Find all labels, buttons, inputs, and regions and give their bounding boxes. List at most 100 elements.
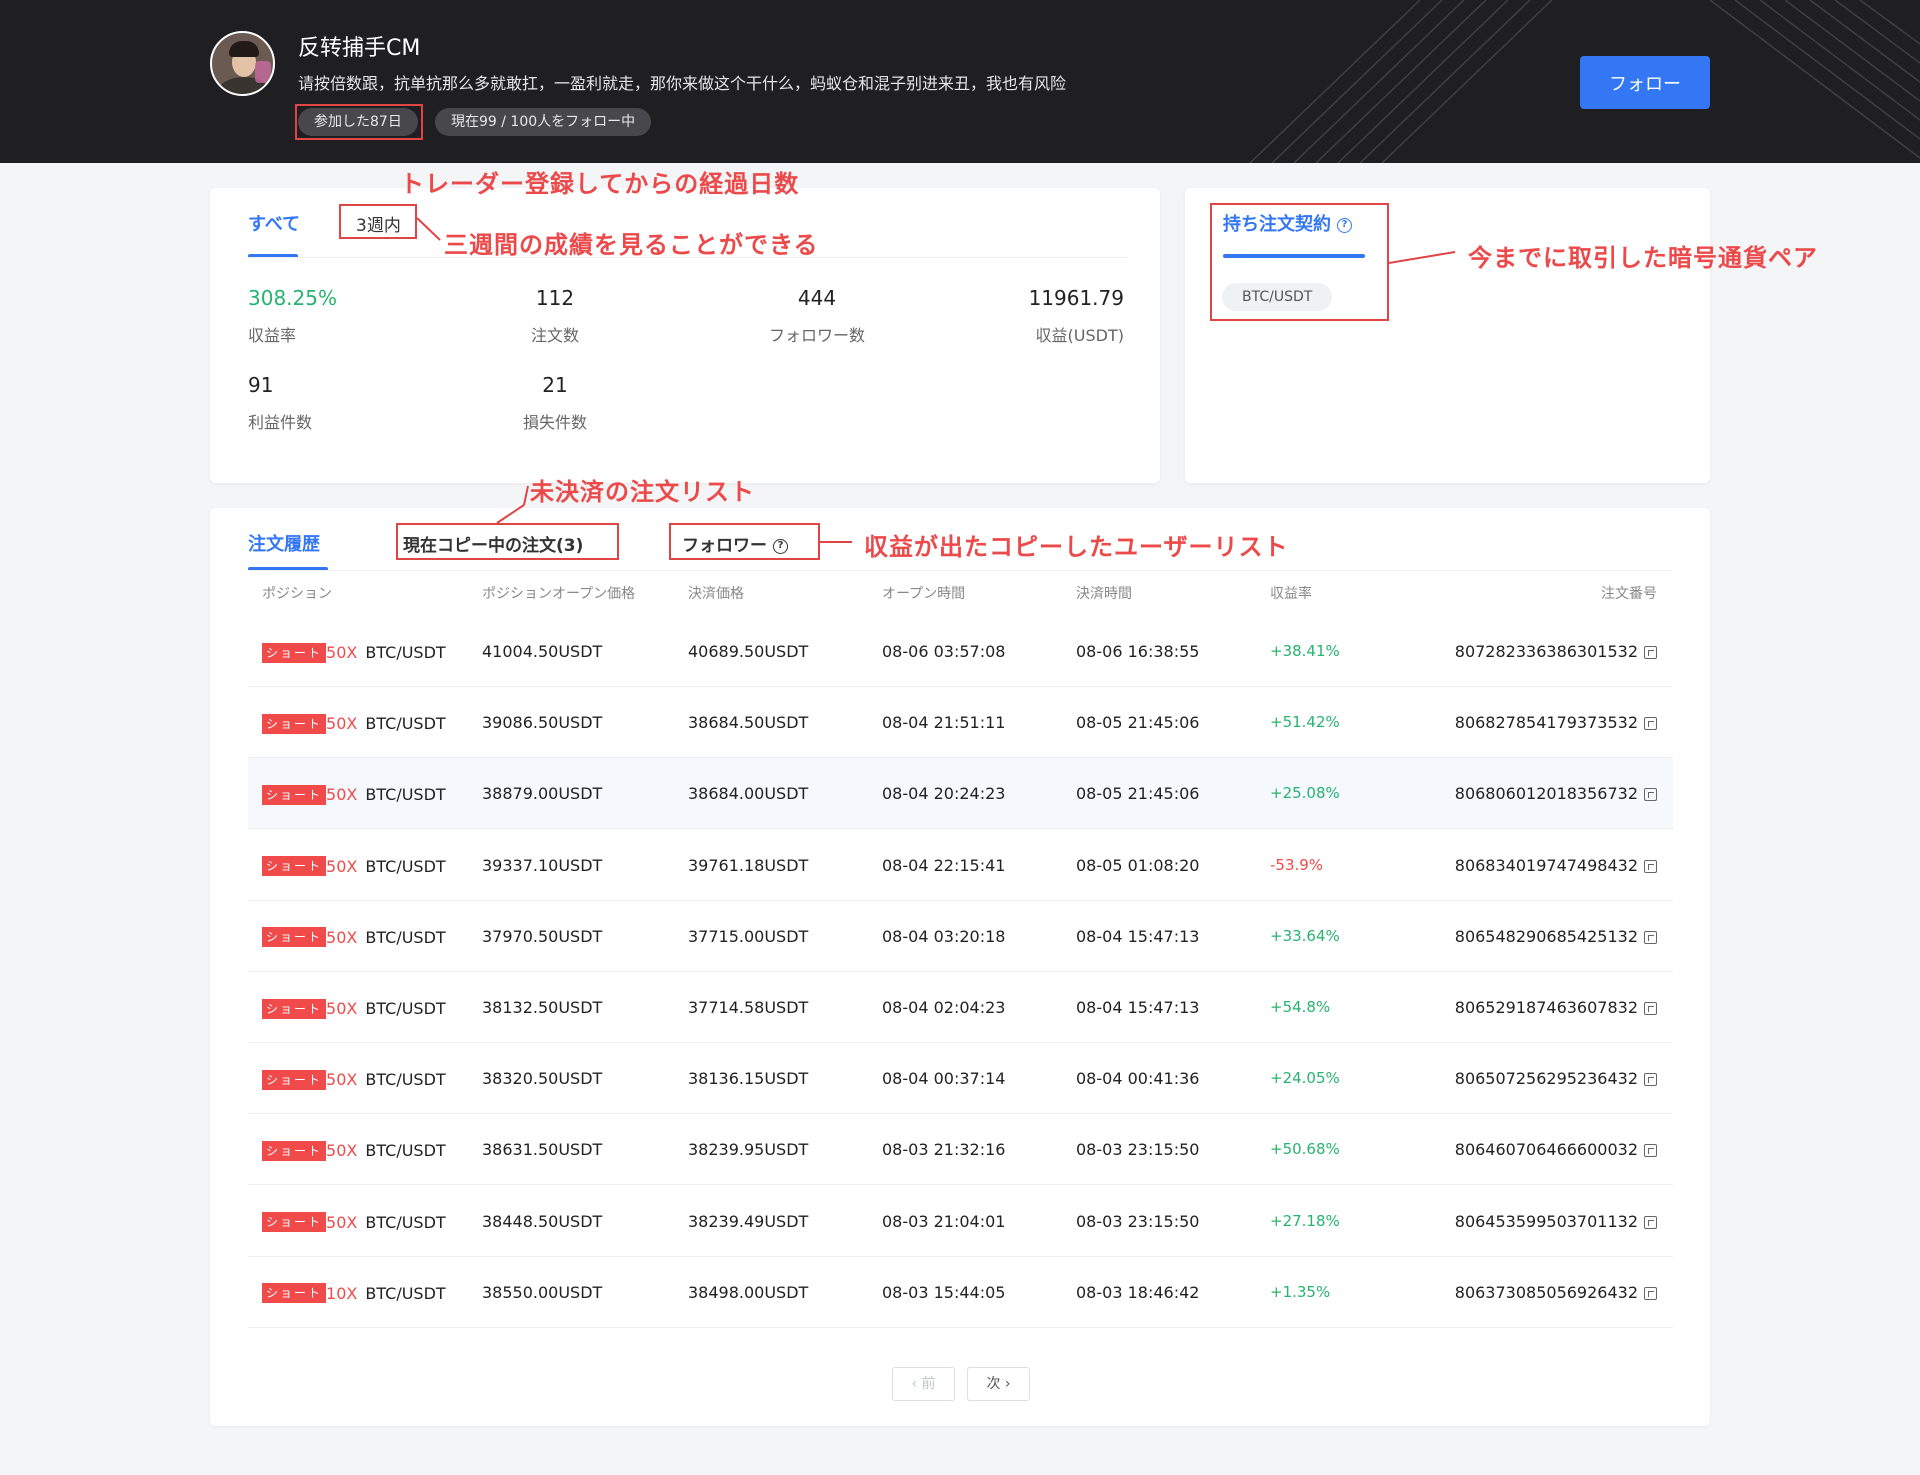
table-row: ショート 50X BTC/USDT 41004.50USDT 40689.50USDT 0… <box>248 616 1673 687</box>
order-number: 806834019747498432 <box>1454 855 1638 875</box>
copy-icon[interactable] <box>1644 717 1657 731</box>
return-rate-cell: +54.8% <box>1270 998 1331 1016</box>
open-time-cell: 08-04 02:04:23 <box>882 998 1006 1017</box>
close-price-cell: 38239.95USDT <box>688 1140 809 1160</box>
close-time-cell: 08-05 21:45:06 <box>1076 713 1200 733</box>
order-number-cell: 806548290685425132 <box>1455 901 1657 972</box>
order-number-cell: 806373085056926432 <box>1455 1257 1657 1328</box>
close-time-cell: 08-04 15:47:13 <box>1076 998 1200 1017</box>
copy-icon[interactable] <box>1644 859 1657 873</box>
order-number: 806806012018356732 <box>1454 784 1638 804</box>
order-number-cell: 806834019747498432 <box>1455 830 1657 901</box>
order-number-cell: 806529187463607832 <box>1455 972 1657 1043</box>
table-row: ショート 50X BTC/USDT 38448.50USDT 38239.49USDT 0… <box>248 1186 1673 1257</box>
annotation-box-pairs <box>1210 203 1389 321</box>
copy-icon[interactable] <box>1644 1286 1657 1300</box>
trader-avatar <box>210 31 275 96</box>
copy-icon[interactable] <box>1644 1215 1657 1229</box>
annotation-box-3weeks <box>339 204 417 239</box>
pager-prev-button[interactable]: ‹ 前 <box>892 1367 955 1401</box>
close-price-cell: 39761.18USDT <box>688 855 809 875</box>
stat-loss-trades: 21 損失件数 <box>522 373 587 432</box>
trader-name: 反转捕手CM <box>298 36 421 61</box>
pair: BTC/USDT <box>365 927 446 947</box>
leverage: 50X <box>326 999 358 1018</box>
table-row: ショート 50X BTC/USDT 38320.50USDT 38136.15USDT 0… <box>248 1043 1673 1115</box>
table-row: ショート 50X BTC/USDT 38132.50USDT 37714.58USDT 0… <box>248 972 1673 1043</box>
annotation-box-joined <box>295 104 423 140</box>
copy-icon[interactable] <box>1644 1002 1657 1015</box>
open-time-cell: 08-04 21:51:11 <box>882 713 1006 733</box>
leverage: 50X <box>326 1141 358 1161</box>
close-time-cell: 08-03 18:46:42 <box>1076 1282 1200 1302</box>
close-price-cell: 37715.00USDT <box>688 926 809 946</box>
return-rate-cell: +51.42% <box>1270 713 1340 732</box>
col-header-order-number: 注文番号 <box>1601 586 1657 602</box>
copy-icon[interactable] <box>1644 930 1657 944</box>
short-badge: ショート <box>262 642 327 663</box>
short-badge: ショート <box>262 1069 327 1090</box>
open-price-cell: 37970.50USDT <box>482 926 603 946</box>
follow-button[interactable]: フォロー <box>1580 56 1710 109</box>
close-time-cell: 08-05 01:08:20 <box>1076 855 1200 875</box>
table-row: ショート 50X BTC/USDT 39337.10USDT 39761.18USDT 0… <box>248 830 1673 901</box>
short-badge: ショート <box>262 998 327 1019</box>
open-time-cell: 08-06 03:57:08 <box>882 642 1006 661</box>
return-rate-cell: +38.41% <box>1270 642 1340 660</box>
order-number: 806453599503701132 <box>1454 1211 1638 1231</box>
return-rate-cell: +24.05% <box>1270 1069 1340 1088</box>
tab-order-history[interactable]: 注文履歴 <box>248 530 320 556</box>
copy-icon[interactable] <box>1644 1144 1657 1158</box>
close-time-cell: 08-03 23:15:50 <box>1076 1211 1200 1231</box>
position-cell: ショート 50X BTC/USDT <box>262 1043 446 1114</box>
tab-all[interactable]: すべて <box>248 210 300 236</box>
leverage: 50X <box>326 1070 358 1090</box>
stat-profit-usdt: 11961.79 収益(USDT) <box>1028 286 1124 345</box>
return-rate-cell: +27.18% <box>1270 1211 1340 1230</box>
open-time-cell: 08-03 15:44:05 <box>882 1282 1006 1302</box>
return-rate-cell: +1.35% <box>1270 1282 1331 1301</box>
return-rate-cell: -53.9% <box>1270 855 1324 874</box>
open-price-cell: 39086.50USDT <box>482 713 603 733</box>
annotation-days-since-registration: トレーダー登録してからの経過日数 <box>400 170 800 198</box>
position-cell: ショート 50X BTC/USDT <box>262 1114 446 1185</box>
close-time-cell: 08-06 16:38:55 <box>1076 642 1200 661</box>
order-number: 806373085056926432 <box>1454 1282 1638 1302</box>
position-cell: ショート 50X BTC/USDT <box>262 901 446 972</box>
position-cell: ショート 50X BTC/USDT <box>262 758 446 829</box>
copy-icon[interactable] <box>1644 1073 1657 1087</box>
return-rate-cell: +33.64% <box>1270 926 1340 945</box>
position-cell: ショート 50X BTC/USDT <box>262 972 446 1043</box>
copy-icon[interactable] <box>1644 788 1657 802</box>
leverage: 50X <box>326 643 358 662</box>
open-time-cell: 08-03 21:04:01 <box>882 1211 1006 1231</box>
col-header-close-time: 決済時間 <box>1076 586 1132 602</box>
pair: BTC/USDT <box>365 1141 446 1161</box>
trader-bio: 请按倍数跟，抗单抗那么多就敢扛，一盈利就走，那你来做这个干什么，蚂蚁仓和混子别进… <box>298 74 1067 93</box>
return-rate-cell: +50.68% <box>1270 1140 1340 1159</box>
open-time-cell: 08-04 00:37:14 <box>882 1069 1006 1089</box>
position-cell: ショート 50X BTC/USDT <box>262 1186 446 1257</box>
open-price-cell: 38550.00USDT <box>482 1282 603 1302</box>
leverage: 10X <box>326 1283 358 1303</box>
stat-order-count: 112 注文数 <box>530 286 579 345</box>
leverage: 50X <box>326 927 358 947</box>
close-price-cell: 38684.50USDT <box>688 713 809 733</box>
short-badge: ショート <box>262 927 327 948</box>
short-badge: ショート <box>262 1283 327 1304</box>
leverage: 50X <box>326 714 358 734</box>
pair: BTC/USDT <box>365 1283 446 1303</box>
pager-next-button[interactable]: 次 › <box>967 1367 1030 1401</box>
close-price-cell: 37714.58USDT <box>688 998 809 1017</box>
order-number-cell: 806460706466600032 <box>1455 1114 1657 1185</box>
open-price-cell: 38448.50USDT <box>482 1211 603 1231</box>
annotation-profitable-copiers: 収益が出たコピーしたユーザーリスト <box>864 533 1289 561</box>
order-number: 807282336386301532 <box>1454 642 1638 661</box>
copy-icon[interactable] <box>1644 646 1657 659</box>
pair: BTC/USDT <box>365 643 446 662</box>
short-badge: ショート <box>262 1140 327 1161</box>
open-time-cell: 08-04 03:20:18 <box>882 926 1006 946</box>
col-header-close-price: 決済価格 <box>688 586 744 602</box>
col-header-open-time: オープン時間 <box>882 586 966 602</box>
order-number-cell: 806806012018356732 <box>1455 758 1657 829</box>
